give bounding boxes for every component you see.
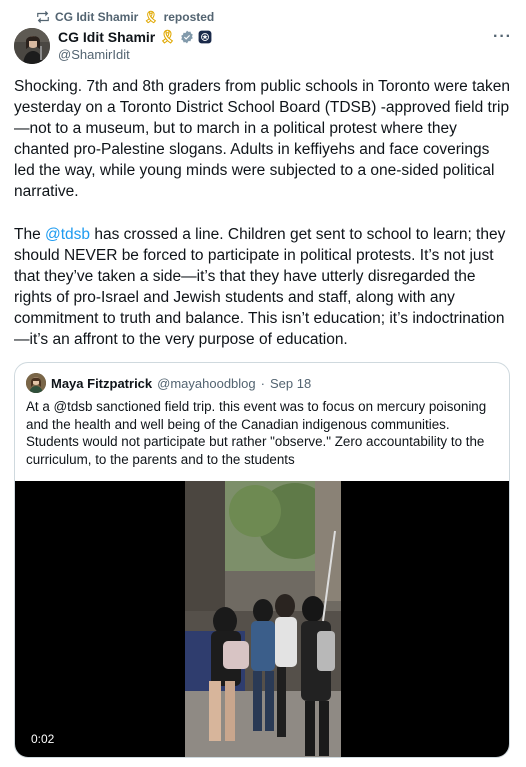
video-thumbnail [185, 481, 341, 757]
separator-dot: · [260, 375, 265, 391]
quoted-tweet-text: At a @tdsb sanctioned field trip. this e… [26, 399, 487, 467]
video-player[interactable]: 0:02 [15, 481, 509, 757]
quoted-tweet[interactable]: Maya Fitzpatrick @mayahoodblog · Sep 18 … [14, 362, 510, 758]
repost-indicator[interactable]: CG Idit Shamir 🎗 reposted [36, 9, 214, 25]
author-name[interactable]: CG Idit Shamir [58, 29, 155, 45]
quoted-author-handle[interactable]: @mayahoodblog [157, 376, 255, 391]
author-avatar[interactable] [14, 28, 50, 64]
repost-label: reposted [163, 10, 215, 24]
video-timestamp: 0:02 [27, 731, 59, 747]
avatar-image [14, 28, 50, 64]
quoted-tweet-date[interactable]: Sep 18 [270, 376, 311, 391]
mention-link[interactable]: @tdsb [45, 226, 90, 243]
tweet-paragraph-2: The @tdsb has crossed a line. Children g… [14, 224, 514, 351]
more-options-button[interactable]: ··· [493, 28, 512, 46]
author-name-row[interactable]: CG Idit Shamir 🎗 [58, 28, 212, 46]
video-frame [185, 481, 341, 757]
tweet-body: Shocking. 7th and 8th graders from publi… [14, 76, 514, 350]
ribbon-icon: 🎗 [143, 10, 159, 24]
tweet-paragraph-1: Shocking. 7th and 8th graders from publi… [14, 78, 510, 201]
tweet-text-segment: The [14, 225, 46, 243]
government-emblem-icon[interactable] [198, 30, 212, 44]
avatar-image [26, 373, 46, 393]
quoted-author-avatar[interactable] [26, 373, 46, 393]
author-handle[interactable]: @ShamirIdit [58, 47, 130, 62]
tweet-text-segment: has crossed a line. Children get sent to… [14, 225, 506, 349]
ribbon-icon: 🎗 [159, 29, 176, 44]
quoted-author-name[interactable]: Maya Fitzpatrick [51, 376, 152, 391]
gray-verified-icon[interactable] [180, 30, 194, 44]
repost-icon [37, 11, 49, 23]
quoted-tweet-header: Maya Fitzpatrick @mayahoodblog · Sep 18 [26, 373, 311, 393]
repost-name[interactable]: CG Idit Shamir [55, 10, 138, 24]
